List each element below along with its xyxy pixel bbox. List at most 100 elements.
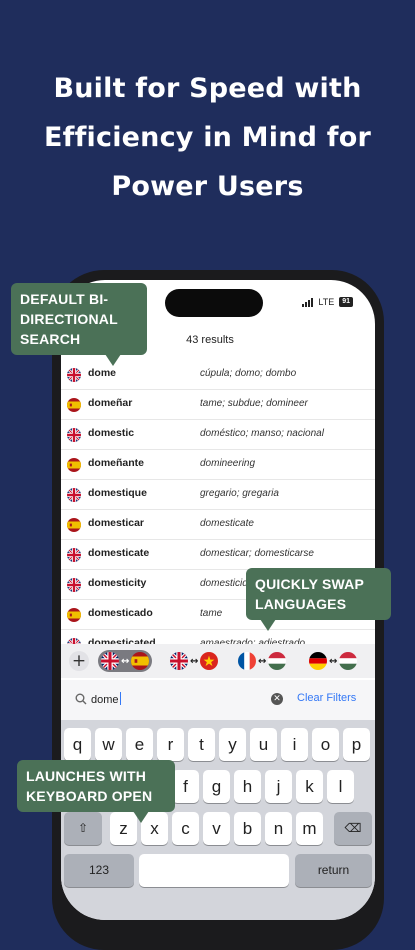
result-word: domesticate	[88, 547, 150, 559]
headline-line-1: Built for Speed with	[53, 73, 362, 104]
result-translation: cúpula; domo; dombo	[200, 368, 297, 379]
result-word: domestique	[88, 487, 147, 499]
key-t[interactable]: t	[188, 728, 215, 761]
key-o[interactable]: o	[312, 728, 339, 761]
text-caret	[119, 692, 122, 705]
key-f[interactable]: f	[172, 770, 199, 803]
hungary-flag-icon	[339, 652, 358, 670]
clear-filters-button[interactable]: Clear Filters	[297, 692, 356, 704]
uk-flag-icon	[67, 368, 81, 382]
key-j[interactable]: j	[265, 770, 292, 803]
key-r[interactable]: r	[157, 728, 184, 761]
result-word: dome	[88, 367, 117, 379]
key-n[interactable]: n	[265, 812, 292, 845]
spain-flag-icon	[67, 608, 81, 622]
result-translation: tame; subdue; domineer	[200, 398, 308, 409]
key-l[interactable]: l	[327, 770, 354, 803]
spain-flag-icon	[131, 652, 150, 670]
swap-arrows-icon: ↔	[258, 655, 267, 667]
result-translation: gregario; gregaria	[200, 488, 279, 499]
key-c[interactable]: c	[172, 812, 199, 845]
keyboard: qwertyuiopasdfghjkl⇧zxcvbnm⌫123return	[61, 720, 375, 920]
result-word: domesticity	[88, 577, 147, 589]
backspace-key[interactable]: ⌫	[334, 812, 372, 845]
network-label: LTE	[318, 297, 335, 307]
search-bar: dome ✕ Clear Filters	[61, 680, 375, 720]
results-count-label: 43 results	[186, 334, 234, 346]
add-language-button[interactable]: +	[69, 651, 89, 671]
hungary-flag-icon	[268, 652, 287, 670]
france-flag-icon	[238, 652, 256, 670]
key-i[interactable]: i	[281, 728, 308, 761]
numbers-key[interactable]: 123	[64, 854, 134, 887]
callout-bidirectional-line-1: DEFAULT BI-	[20, 291, 109, 307]
uk-flag-icon	[101, 652, 119, 670]
search-icon	[75, 693, 87, 705]
callout-swap-line-2: LANGUAGES	[255, 596, 347, 612]
uk-flag-icon	[67, 428, 81, 442]
key-m[interactable]: m	[296, 812, 323, 845]
vietnam-flag-icon	[200, 652, 219, 670]
language-pair-de-hu[interactable]: ↔	[306, 650, 360, 672]
clear-search-icon[interactable]: ✕	[271, 693, 283, 705]
signal-icon	[302, 297, 314, 307]
key-v[interactable]: v	[203, 812, 230, 845]
callout-swap: QUICKLY SWAP LANGUAGES	[246, 568, 391, 631]
uk-flag-icon	[67, 548, 81, 562]
germany-flag-icon	[309, 652, 327, 670]
result-row[interactable]: domesticate domesticar; domesticarse	[61, 540, 375, 570]
callout-swap-line-1: QUICKLY SWAP	[255, 576, 364, 592]
dynamic-island	[165, 289, 263, 317]
result-translation: domineering	[200, 458, 256, 469]
result-word: domeñar	[88, 397, 133, 409]
result-translation: tame	[200, 608, 223, 619]
key-e[interactable]: e	[126, 728, 153, 761]
uk-flag-icon	[170, 652, 188, 670]
return-key[interactable]: return	[295, 854, 372, 887]
key-q[interactable]: q	[64, 728, 91, 761]
callout-keyboard-line-1: LAUNCHES WITH	[26, 768, 147, 784]
swap-arrows-icon: ↔	[329, 655, 338, 667]
key-b[interactable]: b	[234, 812, 261, 845]
battery-icon: 91	[339, 297, 353, 307]
callout-bidirectional-line-3: SEARCH	[20, 331, 81, 347]
key-u[interactable]: u	[250, 728, 277, 761]
key-g[interactable]: g	[203, 770, 230, 803]
result-row[interactable]: domestic doméstico; manso; nacional	[61, 420, 375, 450]
spain-flag-icon	[67, 458, 81, 472]
language-pair-uk-es[interactable]: ↔	[98, 650, 153, 672]
headline: Built for Speed with Efficiency in Mind …	[0, 64, 415, 211]
result-row[interactable]: domeñante domineering	[61, 450, 375, 480]
key-k[interactable]: k	[296, 770, 323, 803]
swap-arrows-icon: ↔	[190, 655, 199, 667]
result-translation: domesticar; domesticarse	[200, 548, 314, 559]
result-translation: doméstico; manso; nacional	[200, 428, 324, 439]
spain-flag-icon	[67, 398, 81, 412]
callout-bidirectional-line-2: DIRECTIONAL	[20, 311, 118, 327]
result-word: domesticado	[88, 607, 153, 619]
shift-key[interactable]: ⇧	[64, 812, 102, 845]
status-bar: LTE 91	[302, 297, 353, 307]
result-word: domestic	[88, 427, 135, 439]
result-word: domesticar	[88, 517, 145, 529]
callout-keyboard: LAUNCHES WITH KEYBOARD OPEN	[17, 760, 175, 823]
key-w[interactable]: w	[95, 728, 122, 761]
space-key[interactable]	[139, 854, 289, 887]
headline-line-3: Power Users	[111, 171, 304, 202]
search-input[interactable]: dome	[91, 692, 122, 706]
key-h[interactable]: h	[234, 770, 261, 803]
language-swap-bar: + ↔ ↔ ↔ ↔	[61, 644, 375, 678]
result-word: domeñante	[88, 457, 145, 469]
callout-bidirectional: DEFAULT BI- DIRECTIONAL SEARCH	[11, 283, 147, 366]
headline-line-2: Efficiency in Mind for	[44, 122, 371, 153]
key-y[interactable]: y	[219, 728, 246, 761]
result-row[interactable]: domeñar tame; subdue; domineer	[61, 390, 375, 420]
result-row[interactable]: domestique gregario; gregaria	[61, 480, 375, 510]
result-translation: domesticate	[200, 518, 254, 529]
key-p[interactable]: p	[343, 728, 370, 761]
language-pair-uk-vn[interactable]: ↔	[167, 650, 221, 672]
result-row[interactable]: domesticar domesticate	[61, 510, 375, 540]
language-pair-fr-hu[interactable]: ↔	[235, 650, 289, 672]
uk-flag-icon	[67, 578, 81, 592]
swap-arrows-icon: ↔	[121, 655, 130, 667]
